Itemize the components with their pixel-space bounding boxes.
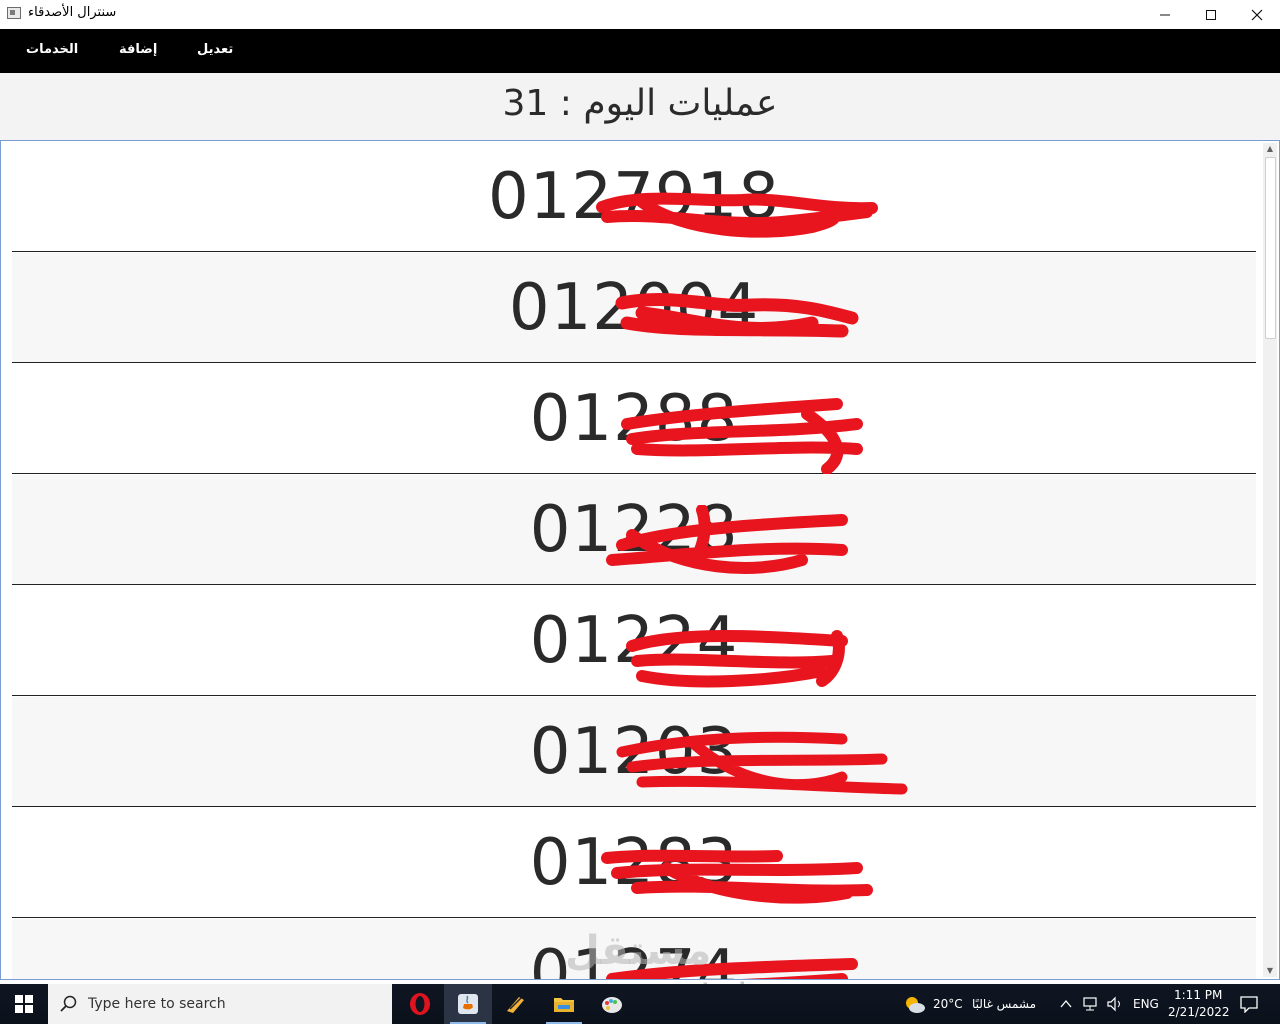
chevron-up-icon[interactable] xyxy=(1060,999,1072,1009)
title-bar: سنترال الأصدقاء xyxy=(0,0,1280,29)
search-placeholder: Type here to search xyxy=(88,996,226,1012)
maximize-button[interactable] xyxy=(1188,0,1234,29)
redaction-scribble xyxy=(601,849,873,904)
start-button[interactable] xyxy=(0,984,48,1024)
redaction-scribble xyxy=(616,731,908,795)
menu-bar: الخدمات إضافة تعديل xyxy=(0,29,1280,73)
paint-palette-icon xyxy=(602,997,622,1013)
taskbar-paint[interactable] xyxy=(588,984,636,1024)
clock-time[interactable]: 1:11 PM xyxy=(1174,988,1222,1002)
maximize-icon xyxy=(1206,10,1216,20)
minimize-button[interactable] xyxy=(1142,0,1188,29)
java-icon xyxy=(458,994,478,1014)
operations-header: عمليات اليوم : 31 xyxy=(0,73,1280,140)
menu-item-edit[interactable]: تعديل xyxy=(197,42,233,57)
close-button[interactable] xyxy=(1234,0,1280,29)
network-icon[interactable] xyxy=(1083,996,1099,1012)
tool-icon xyxy=(507,997,524,1013)
list-item[interactable]: 012004 xyxy=(12,253,1256,363)
taskbar-file-explorer[interactable] xyxy=(540,984,588,1024)
search-icon xyxy=(60,995,77,1012)
notifications-icon[interactable] xyxy=(1240,995,1258,1013)
minimize-icon xyxy=(1160,14,1170,16)
list-item[interactable]: 01283 xyxy=(12,808,1256,918)
weather-description[interactable]: مشمس غالبًا xyxy=(972,997,1036,1011)
redaction-scribble xyxy=(596,192,878,238)
vertical-scrollbar[interactable]: ▲ ▼ xyxy=(1263,143,1277,977)
list-item[interactable]: 0127918 xyxy=(12,142,1256,252)
scroll-down-icon[interactable]: ▼ xyxy=(1263,965,1277,977)
redaction-scribble xyxy=(621,398,863,474)
window-title: سنترال الأصدقاء xyxy=(28,5,117,20)
language-indicator[interactable]: ENG xyxy=(1133,997,1159,1011)
operations-count-label: عمليات اليوم : 31 xyxy=(502,83,778,124)
opera-icon xyxy=(410,993,430,1015)
menu-item-services[interactable]: الخدمات xyxy=(26,42,78,57)
folder-icon xyxy=(554,998,574,1012)
redaction-scribble xyxy=(615,293,859,338)
redaction-scribble xyxy=(626,630,848,688)
taskbar-opera[interactable] xyxy=(396,984,444,1024)
scroll-up-icon[interactable]: ▲ xyxy=(1263,143,1277,155)
taskbar-java-app[interactable] xyxy=(444,984,492,1024)
taskbar: Type here to search 20°C مشمس غالبًا ENG… xyxy=(0,984,1280,1024)
list-item[interactable]: 01228 xyxy=(12,475,1256,585)
list-item[interactable]: 01288 xyxy=(12,364,1256,474)
close-icon xyxy=(1251,9,1263,21)
list-item[interactable]: 01224 xyxy=(12,586,1256,696)
watermark-logo: مستقل xyxy=(565,928,712,974)
phone-list[interactable]: 0127918 012004 01288 01228 01224 01203 0… xyxy=(0,140,1280,980)
app-icon xyxy=(7,7,21,19)
list-item[interactable]: 01203 xyxy=(12,697,1256,807)
scroll-thumb[interactable] xyxy=(1265,157,1276,339)
taskbar-search[interactable]: Type here to search xyxy=(48,984,392,1024)
clock-date[interactable]: 2/21/2022 xyxy=(1168,1005,1230,1019)
taskbar-tool-app[interactable] xyxy=(492,984,540,1024)
weather-temperature[interactable]: 20°C xyxy=(933,997,963,1011)
weather-sun-cloud-icon xyxy=(906,997,925,1013)
windows-logo-icon xyxy=(15,995,33,1013)
menu-item-add[interactable]: إضافة xyxy=(119,42,157,57)
redaction-scribble xyxy=(606,505,848,574)
volume-icon[interactable] xyxy=(1107,996,1123,1012)
